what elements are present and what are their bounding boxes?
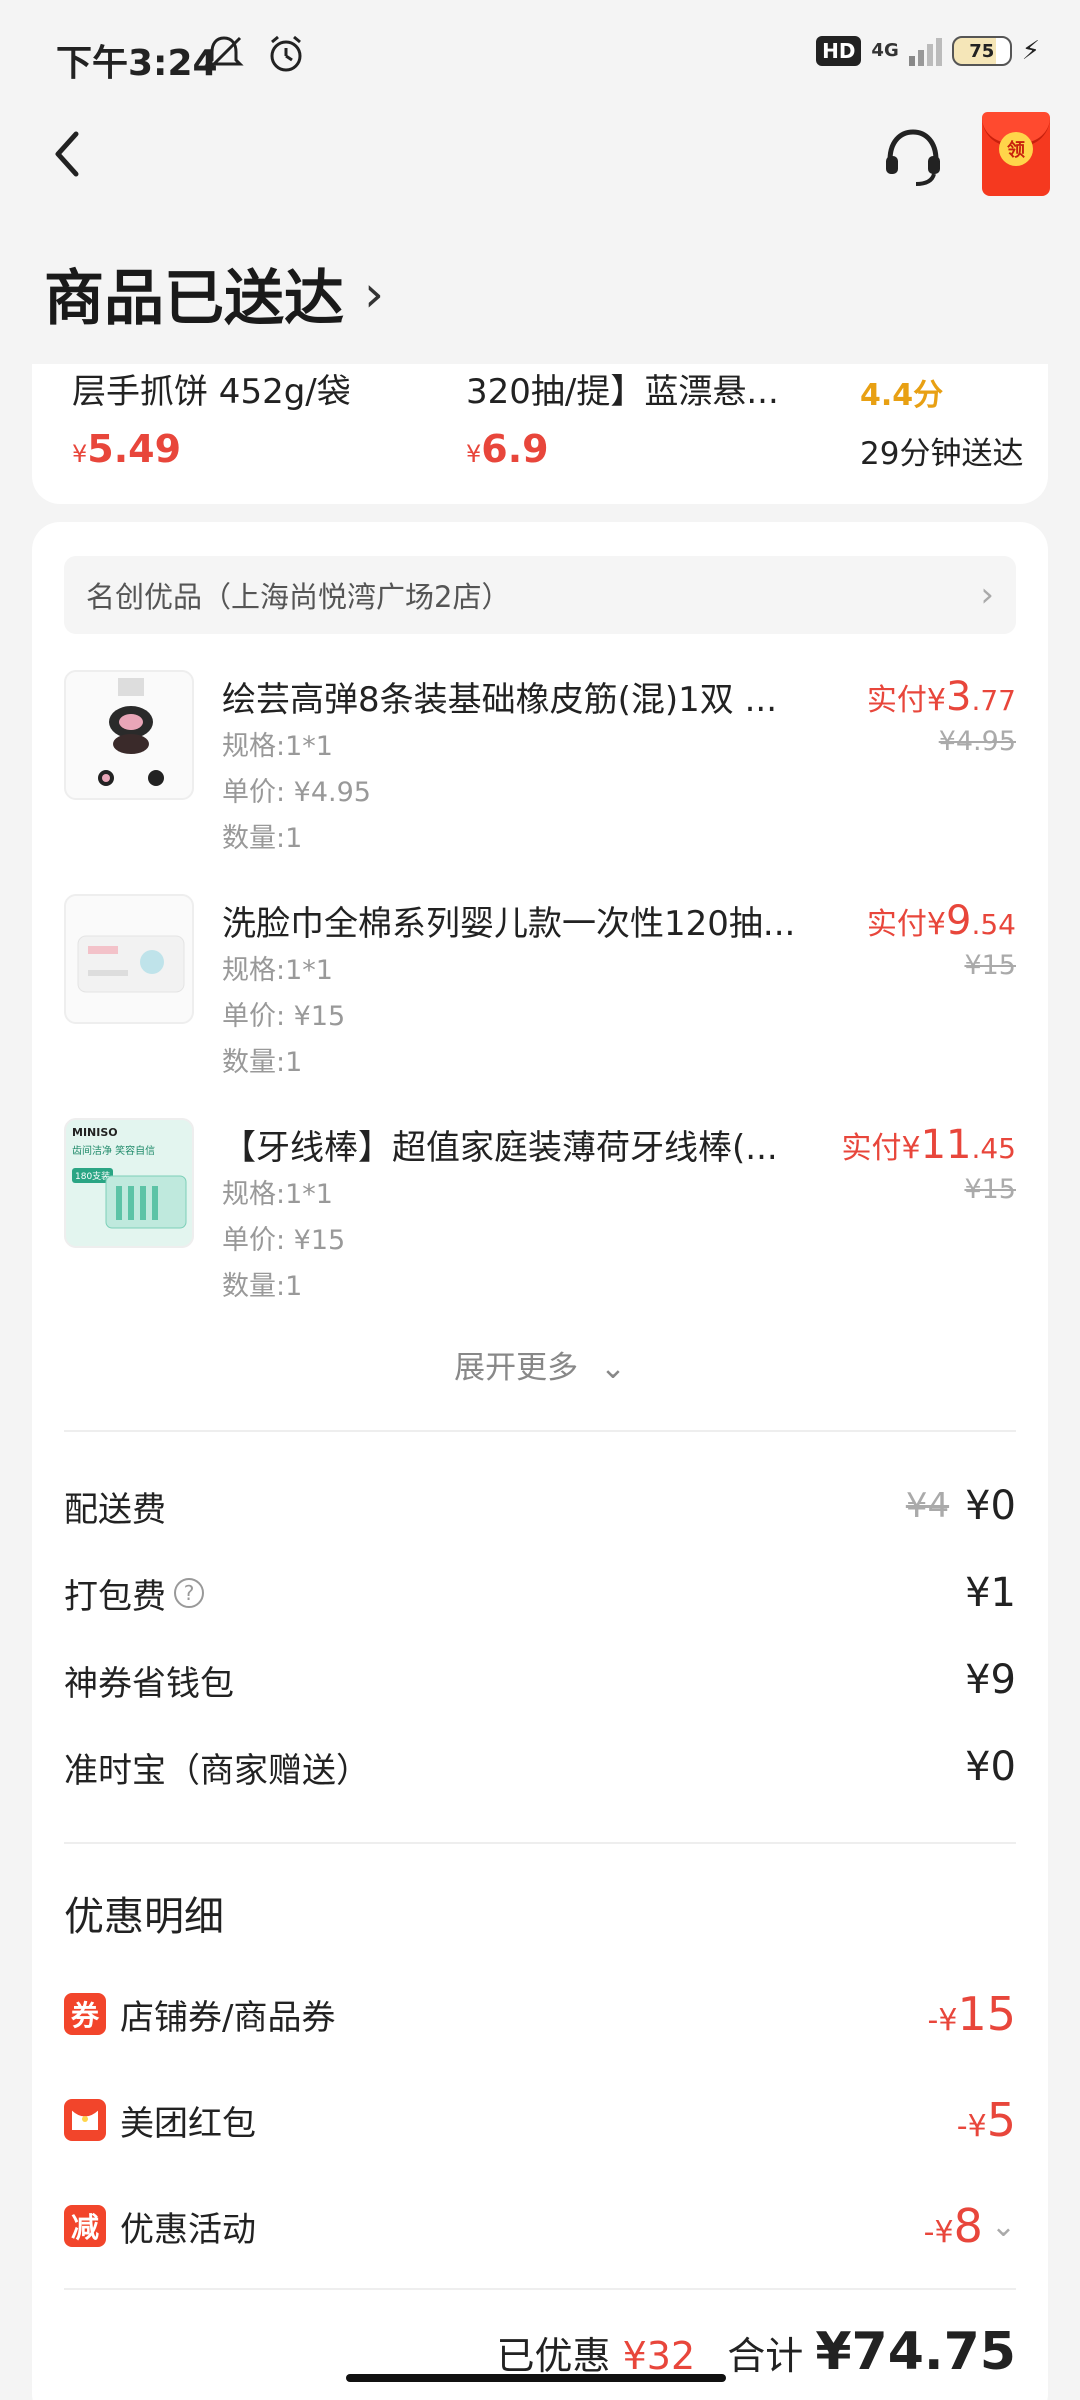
divider [64,2288,1016,2290]
sum-label: 合计 [727,2334,804,2378]
network-type: 4G [871,40,899,61]
signal-icon [908,36,942,66]
item-quantity: 数量:1 [222,823,303,854]
coupon-tag-icon: 券 [64,1993,106,2035]
order-item[interactable]: 绘芸高弹8条装基础橡皮筋(混)1双 ... 规格:1*1 单价: ¥4.95 数… [64,670,1016,880]
alarm-icon [270,35,302,72]
help-icon[interactable]: ? [174,1578,204,1608]
fee-value: ¥9 [965,1657,1016,1703]
saved-value: ¥32 [622,2334,696,2378]
hd-badge: HD [816,36,862,66]
item-paid-price: 实付¥3.77 [866,674,1016,720]
item-spec: 规格:1*1 [222,1179,333,1210]
home-indicator[interactable] [346,2374,726,2382]
recommend-item-name: 320抽/提】蓝漂悬... [466,372,779,412]
red-packet-coin: 领 [999,132,1033,166]
order-card: 名创优品（上海尚悦湾广场2店） › 绘芸高弹8条装基础橡皮筋(混)1双 ... … [32,522,1048,2400]
item-original-price: ¥15 [964,1174,1016,1205]
delivery-fee-row: 配送费 ¥4 ¥0 [64,1476,1016,1536]
store-coupon-row: 券 店铺券/商品券 -¥15 [64,1984,1016,2044]
discount-value: -¥15 [927,1987,1016,2041]
status-bar: 下午3:24 HD 4G 75 ⚡ [0,0,1080,110]
packing-fee-row: 打包费? ¥1 [64,1563,1016,1623]
item-title: 洗脸巾全棉系列婴儿款一次性120抽... [222,904,796,944]
recommend-item-name: 层手抓饼 452g/袋 [72,372,351,412]
fee-value: ¥1 [965,1570,1016,1616]
status-icons-left [202,34,306,74]
fee-value: ¥0 [965,1483,1016,1529]
status-time: 下午3:24 [56,43,218,84]
item-title: 绘芸高弹8条装基础橡皮筋(混)1双 ... [222,680,778,720]
promotion-row[interactable]: 减 优惠活动 -¥8 ⌄ [64,2196,1016,2256]
item-spec: 规格:1*1 [222,731,333,762]
charging-icon: ⚡ [1021,36,1040,66]
sum-value: ¥74.75 [815,2322,1016,2382]
store-name: 名创优品（上海尚悦湾广场2店） [86,580,511,614]
recommend-item[interactable]: 层手抓饼 452g/袋 ¥5.49 [72,364,351,471]
item-unit-price: 单价: ¥15 [222,1225,346,1256]
back-button[interactable] [44,124,94,184]
fee-label: 配送费 [64,1489,166,1530]
chevron-down-icon: ⌄ [599,1350,626,1386]
chevron-right-icon: › [980,575,994,615]
order-item[interactable]: 洗脸巾全棉系列婴儿款一次性120抽... 规格:1*1 单价: ¥15 数量:1… [64,894,1016,1104]
chevron-right-icon: › [364,264,384,323]
discount-value: -¥8 [923,2199,983,2253]
fee-original: ¥4 [905,1486,950,1526]
chevron-down-icon: ⌄ [990,2208,1016,2244]
order-total: 已优惠 ¥32 合计 ¥74.75 [64,2322,1016,2382]
expand-more-button[interactable]: 展开更多 ⌄ [32,1342,1048,1387]
item-thumbnail [64,670,194,800]
fee-label: 神券省钱包 [64,1663,234,1704]
fee-label: 打包费? [64,1569,965,1618]
status-icons-right: HD 4G 75 ⚡ [816,36,1040,66]
discount-value: -¥5 [956,2093,1016,2147]
recommend-item-price: ¥5.49 [72,427,182,471]
item-original-price: ¥15 [964,950,1016,981]
page-title-text: 商品已送达 [44,264,344,334]
discount-label: 美团红包 [120,2103,256,2144]
divider [64,1430,1016,1432]
item-spec: 规格:1*1 [222,955,333,986]
item-unit-price: 单价: ¥15 [222,1001,346,1032]
battery-icon: 75 [951,36,1012,66]
saved-label: 已优惠 [496,2334,611,2378]
item-title: 【牙线棒】超值家庭装薄荷牙线棒(... [222,1128,778,1168]
red-packet-icon [64,2099,106,2141]
discount-section-title: 优惠明细 [64,1894,224,1940]
chevron-left-icon [55,131,79,177]
discount-label: 店铺券/商品券 [120,1997,336,2038]
red-packet-button[interactable]: 领 [982,112,1050,196]
item-thumbnail [64,894,194,1024]
fee-value: ¥0 [965,1744,1016,1790]
item-original-price: ¥4.95 [938,726,1016,757]
store-header[interactable]: 名创优品（上海尚悦湾广场2店） › [64,556,1016,634]
item-thumbnail: MINISO 齿间洁净 笑容自信 180支装 [64,1118,194,1248]
recommend-item[interactable]: 320抽/提】蓝漂悬... ¥6.9 [466,364,779,471]
delivery-eta: 29分钟送达 [860,436,1024,472]
item-quantity: 数量:1 [222,1271,303,1302]
expand-more-label: 展开更多 [454,1350,579,1386]
recommend-card: 层手抓饼 452g/袋 ¥5.49 320抽/提】蓝漂悬... ¥6.9 4.4… [32,364,1048,504]
page-title[interactable]: 商品已送达 › [44,250,384,337]
item-unit-price: 单价: ¥4.95 [222,777,371,808]
item-paid-price: 实付¥11.45 [841,1122,1016,1168]
coupon-pack-row: 神券省钱包 ¥9 [64,1650,1016,1710]
item-paid-price: 实付¥9.54 [866,898,1016,944]
recommend-item-price: ¥6.9 [466,427,549,471]
discount-label: 优惠活动 [120,2209,256,2250]
order-item[interactable]: MINISO 齿间洁净 笑容自信 180支装 【牙线棒】超值家庭装薄荷牙线棒(.… [64,1118,1016,1328]
red-packet-row: 美团红包 -¥5 [64,2090,1016,2150]
store-score: 4.4分 [860,378,944,413]
customer-service-icon[interactable] [880,124,946,190]
divider [64,1842,1016,1844]
mute-icon [204,36,244,72]
item-quantity: 数量:1 [222,1047,303,1078]
fee-label: 准时宝（商家赠送） [64,1750,370,1791]
reduce-tag-icon: 减 [64,2205,106,2247]
on-time-guarantee-row: 准时宝（商家赠送） ¥0 [64,1737,1016,1797]
